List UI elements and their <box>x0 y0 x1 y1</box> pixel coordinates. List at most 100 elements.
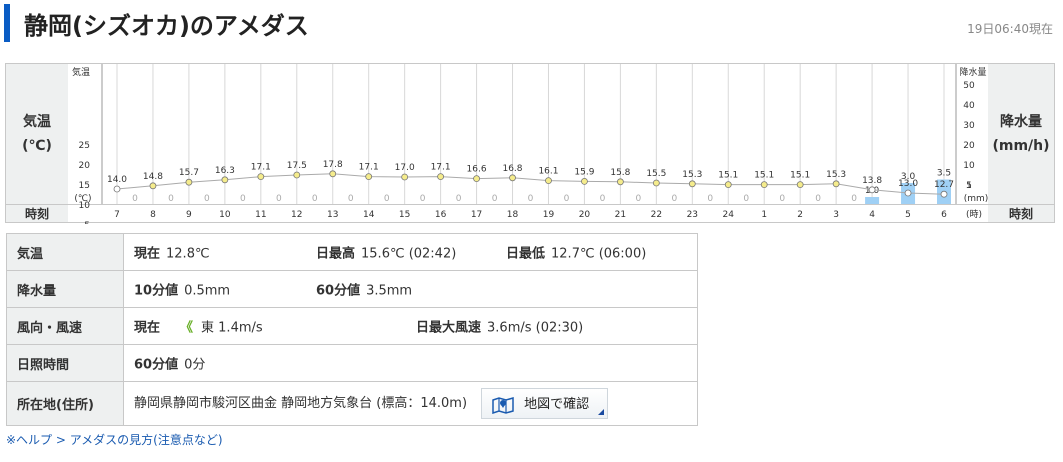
rain-axis-title: 降水量 <box>959 66 986 78</box>
temp-data-label: 13.8 <box>862 176 882 186</box>
rain-tick-label: 30 <box>963 121 975 131</box>
rain-data-label: 0 <box>707 194 713 204</box>
temp-point <box>616 178 624 186</box>
time-tick-label: 12 <box>291 210 302 220</box>
temp-data-label: 15.8 <box>610 168 630 178</box>
time-tick-label: 21 <box>615 210 626 220</box>
temp-point <box>581 178 588 185</box>
info-row-rain: 降水量 10分値 0.5mm 60分値 3.5mm <box>6 270 698 308</box>
time-tick-label: 13 <box>327 210 338 220</box>
temp-data-label: 14.8 <box>143 172 163 182</box>
rain-data-label: 0 <box>636 194 642 204</box>
temp-data-label: 15.3 <box>826 170 846 180</box>
sun-60min: 60分値 0分 <box>134 354 205 373</box>
temp-point <box>796 181 804 188</box>
temp-data-label: 17.1 <box>431 163 451 173</box>
temp-point <box>760 181 768 188</box>
temp-data-label: 15.1 <box>790 171 810 181</box>
info-row-location: 所在地(住所) 静岡県静岡市駿河区曲金 静岡地方気象台 (標高：14.0m) 地… <box>6 381 698 426</box>
info-head-rain: 降水量 <box>6 270 124 308</box>
rain-data-label: 0 <box>312 194 318 204</box>
time-tick-label: 1 <box>761 210 767 220</box>
temp-point <box>832 180 840 188</box>
rain-tick-label: 40 <box>963 101 975 111</box>
sun-60min-value: 0分 <box>184 357 206 373</box>
time-tick-label: 24 <box>723 210 735 220</box>
info-row-wind: 風向・風速 現在 《東 1.4m/s 日最大風速 3.6m/s (02:30) <box>6 307 698 345</box>
temp-tick-label: 20 <box>79 161 91 171</box>
temp-point <box>293 171 301 179</box>
time-tick-label: 14 <box>363 210 375 220</box>
temp-data-label: 17.8 <box>323 160 343 170</box>
temp-point <box>724 181 732 188</box>
rain-data-label: 0 <box>528 194 534 204</box>
temp-max-value: 15.6℃ (02:42) <box>361 246 457 262</box>
rain-data-label: 0 <box>348 194 354 204</box>
temp-now: 現在 12.8℃ <box>134 243 210 262</box>
updated-time: 19日06:40現在 <box>967 22 1053 36</box>
temp-point <box>473 175 480 182</box>
rain-tick-label: 10 <box>963 161 975 171</box>
location-address: 静岡県静岡市駿河区曲金 静岡地方気象台 (標高：14.0m) <box>134 396 468 411</box>
rain-data-label: 0 <box>564 194 570 204</box>
rain-data-label: 0 <box>132 194 138 204</box>
rain-data-label: 0 <box>456 194 462 204</box>
temp-data-label: 15.3 <box>682 170 702 180</box>
temp-data-label: 16.6 <box>467 165 487 175</box>
time-tick-label: 18 <box>507 210 519 220</box>
temp-point <box>113 185 121 193</box>
sun-60min-label: 60分値 <box>134 357 179 373</box>
rain-tick-label: 50 <box>963 81 975 91</box>
help-link[interactable]: ※ヘルプ > アメダスの見方(注意点など) <box>6 431 223 448</box>
title-accent-bar <box>4 4 10 42</box>
temp-max-label: 日最高 <box>316 246 356 262</box>
time-tick-label: 19 <box>543 210 555 220</box>
temp-point <box>365 173 373 180</box>
rain-data-label: 0 <box>240 194 246 204</box>
temp-data-label: 15.1 <box>754 171 774 181</box>
temp-point <box>868 186 876 194</box>
temp-point <box>545 177 552 184</box>
time-tick-label: 20 <box>579 210 591 220</box>
time-tick-label: 17 <box>471 210 482 220</box>
temp-data-label: 17.0 <box>395 163 415 173</box>
temp-axis-title: 気温 <box>72 66 90 78</box>
temp-data-label: 16.8 <box>502 164 522 174</box>
map-icon <box>492 396 514 414</box>
temp-now-label: 現在 <box>134 246 161 262</box>
info-cell-wind: 現在 《東 1.4m/s 日最大風速 3.6m/s (02:30) <box>123 307 698 345</box>
time-tick-label: 22 <box>651 210 662 220</box>
time-tick-label: 11 <box>255 210 266 220</box>
wind-direction-arrow-icon: 《 <box>180 320 194 336</box>
time-unit-label: (時) <box>966 209 982 220</box>
temp-tick-label: 15 <box>79 181 90 191</box>
time-tick-label: 6 <box>941 210 947 220</box>
temp-data-label: 16.1 <box>538 167 558 177</box>
map-confirm-button[interactable]: 地図で確認 <box>481 388 609 419</box>
temp-point <box>149 182 157 190</box>
info-row-temp: 気温 現在 12.8℃ 日最高 15.6℃ (02:42) 日最低 12.7℃ (06… <box>6 233 698 271</box>
amedas-chart: 気温 (℃) 降水量 (mm/h) 時刻 時刻 気温2520151050(℃)降… <box>5 63 1055 224</box>
time-tick-label: 8 <box>150 210 156 220</box>
temp-max: 日最高 15.6℃ (02:42) <box>316 243 456 262</box>
wind-max: 日最大風速 3.6m/s (02:30) <box>416 317 583 336</box>
time-tick-label: 23 <box>687 210 698 220</box>
temp-point <box>940 190 948 198</box>
temp-min-label: 日最低 <box>506 246 546 262</box>
rain-tick-label: 1 <box>966 181 972 191</box>
temp-data-label: 15.5 <box>646 169 666 179</box>
time-tick-label: 5 <box>905 210 911 220</box>
rain-bar <box>865 197 880 204</box>
info-head-location: 所在地(住所) <box>6 381 124 426</box>
info-head-temp: 気温 <box>6 233 124 271</box>
temp-point <box>257 173 265 180</box>
rain-10min-value: 0.5mm <box>184 283 231 299</box>
rain-data-label: 0 <box>779 194 785 204</box>
temp-tick-label: 5 <box>84 221 90 224</box>
temp-data-label: 16.3 <box>215 166 235 176</box>
time-tick-label: 9 <box>186 210 192 220</box>
wind-max-label: 日最大風速 <box>416 320 482 336</box>
time-tick-label: 10 <box>219 210 231 220</box>
temp-data-label: 12.7 <box>934 180 954 190</box>
temp-data-label: 15.7 <box>179 168 199 178</box>
